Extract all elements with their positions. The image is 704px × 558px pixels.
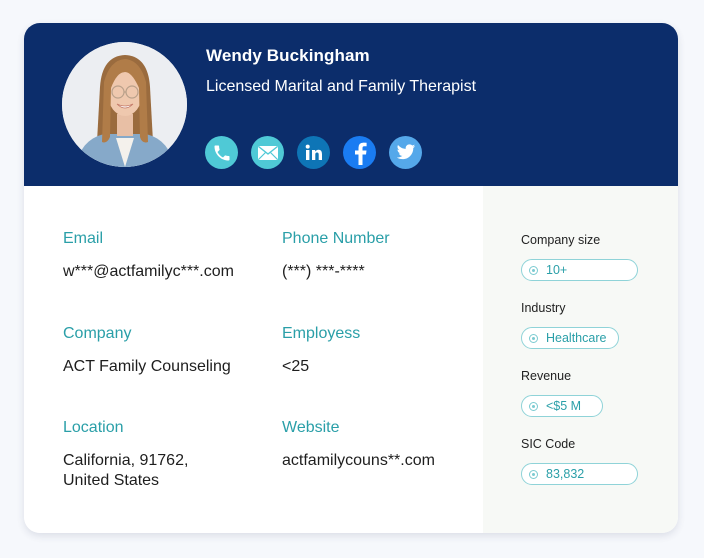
twitter-button[interactable] bbox=[389, 136, 422, 169]
radio-dot-icon bbox=[529, 401, 538, 411]
email-field: Email w***@actfamilyc***.com bbox=[63, 230, 234, 282]
phone-value[interactable]: (***) ***-**** bbox=[282, 262, 390, 282]
company-size-label: Company size bbox=[521, 233, 601, 247]
employees-value: <25 bbox=[282, 358, 310, 375]
social-links bbox=[205, 136, 422, 169]
radio-dot-icon bbox=[529, 469, 538, 479]
contact-details: Email w***@actfamilyc***.com Phone Numbe… bbox=[24, 186, 483, 533]
linkedin-button[interactable] bbox=[297, 136, 330, 169]
email-value[interactable]: w***@actfamilyc***.com bbox=[63, 262, 234, 282]
industry-value: Healthcare bbox=[546, 331, 607, 345]
website-field: Website actfamilycouns**.com bbox=[282, 419, 435, 471]
website-label: Website bbox=[282, 419, 340, 436]
location-value: California, 91762, United States bbox=[63, 452, 189, 489]
contact-name: Wendy Buckingham bbox=[206, 46, 370, 65]
facebook-button[interactable] bbox=[343, 136, 376, 169]
company-size-badge: 10+ bbox=[521, 259, 638, 281]
location-field: Location California, 91762, United State… bbox=[63, 419, 188, 491]
email-button[interactable] bbox=[251, 136, 284, 169]
industry-label: Industry bbox=[521, 301, 566, 315]
linkedin-icon bbox=[305, 144, 322, 160]
profile-header: Wendy Buckingham Licensed Marital and Fa… bbox=[24, 23, 678, 186]
radio-dot-icon bbox=[529, 333, 538, 343]
contact-card: Wendy Buckingham Licensed Marital and Fa… bbox=[24, 23, 678, 533]
employees-label: Employess bbox=[282, 325, 361, 342]
phone-label: Phone Number bbox=[282, 230, 390, 247]
industry-item: Industry Healthcare bbox=[521, 301, 620, 349]
company-field: Company ACT Family Counseling bbox=[63, 325, 231, 377]
facebook-icon bbox=[354, 142, 367, 165]
radio-dot-icon bbox=[529, 265, 538, 275]
avatar bbox=[62, 42, 187, 167]
email-icon bbox=[257, 145, 278, 160]
sic-code-badge: 83,832 bbox=[521, 463, 638, 485]
revenue-value: <$5 M bbox=[546, 399, 582, 413]
company-sidebar: Company size 10+ Industry Healthcare Rev… bbox=[483, 186, 678, 533]
website-value[interactable]: actfamilycouns**.com bbox=[282, 451, 435, 471]
employees-field: Employess <25 bbox=[282, 325, 360, 377]
twitter-icon bbox=[396, 144, 415, 160]
sic-code-value: 83,832 bbox=[546, 467, 585, 481]
revenue-label: Revenue bbox=[521, 369, 572, 383]
company-size-item: Company size 10+ bbox=[521, 233, 638, 281]
revenue-item: Revenue <$5 M bbox=[521, 369, 603, 417]
company-size-value: 10+ bbox=[546, 263, 568, 277]
phone-button[interactable] bbox=[205, 136, 238, 169]
phone-icon bbox=[214, 145, 229, 160]
contact-job-title: Licensed Marital and Family Therapist bbox=[206, 78, 477, 95]
location-label: Location bbox=[63, 419, 124, 436]
revenue-badge: <$5 M bbox=[521, 395, 603, 417]
phone-field: Phone Number (***) ***-**** bbox=[282, 230, 390, 282]
industry-badge: Healthcare bbox=[521, 327, 620, 349]
company-value: ACT Family Counseling bbox=[63, 358, 231, 375]
sic-code-item: SIC Code 83,832 bbox=[521, 437, 638, 485]
sic-code-label: SIC Code bbox=[521, 437, 576, 451]
avatar-photo bbox=[62, 42, 187, 167]
email-label: Email bbox=[63, 230, 104, 247]
company-label: Company bbox=[63, 325, 132, 342]
